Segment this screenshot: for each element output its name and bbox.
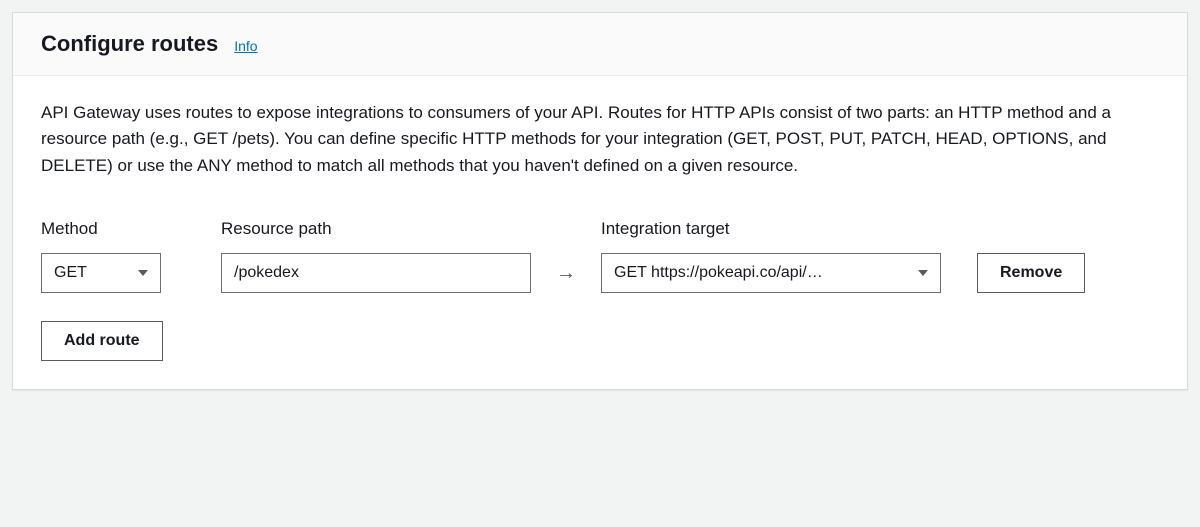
remove-button[interactable]: Remove [977,253,1085,293]
integration-target-value: GET https://pokeapi.co/api/… [614,264,908,282]
panel-title: Configure routes [41,31,218,57]
caret-down-icon [138,269,148,277]
method-select-value: GET [54,264,87,282]
add-route-button[interactable]: Add route [41,321,163,361]
configure-routes-panel: Configure routes Info API Gateway uses r… [12,12,1188,390]
method-label: Method [41,219,161,239]
panel-header: Configure routes Info [13,13,1187,76]
integration-target-field-group: Integration target GET https://pokeapi.c… [601,219,941,293]
method-field-group: Method GET [41,219,161,293]
panel-description: API Gateway uses routes to expose integr… [41,100,1151,179]
arrow-icon: → [531,253,601,293]
caret-down-icon [918,269,928,277]
integration-target-select[interactable]: GET https://pokeapi.co/api/… [601,253,941,293]
method-select[interactable]: GET [41,253,161,293]
info-link[interactable]: Info [234,38,257,54]
resource-path-label: Resource path [221,219,531,239]
route-row: Method GET Resource path → Integration t… [41,219,1159,293]
panel-body: API Gateway uses routes to expose integr… [13,76,1187,389]
resource-path-input[interactable] [221,253,531,293]
integration-target-label: Integration target [601,219,941,239]
resource-path-field-group: Resource path [221,219,531,293]
